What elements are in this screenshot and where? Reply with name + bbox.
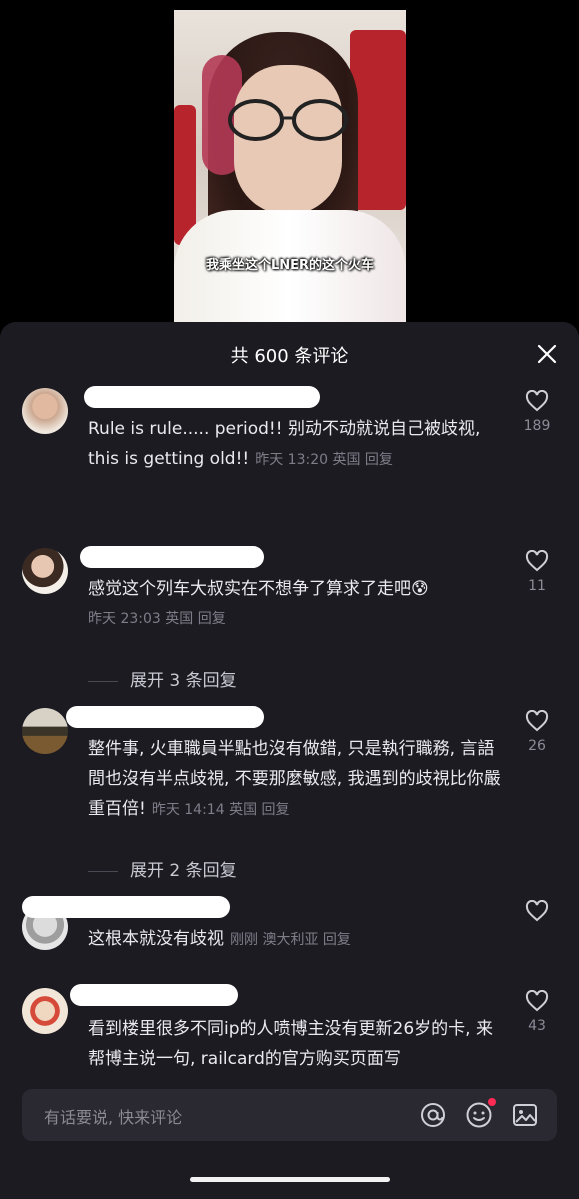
comment-text: 整件事, 火車職員半點也沒有做錯, 只是執行職務, 言語間也沒有半点歧視, 不要… [88, 734, 508, 825]
comment-body: 这根本就没有歧视 [88, 929, 224, 949]
heart-icon[interactable] [525, 900, 549, 922]
comment-body: 感觉这个列车大叔实在不想争了算求了走吧😰 [88, 579, 429, 599]
comment-text: 看到楼里很多不同ip的人喷博主没有更新26岁的卡, 来帮博主说一句, railc… [88, 1014, 508, 1074]
video-frame[interactable]: 我乘坐这个LNER的这个火车 [174, 10, 406, 322]
like-count: 26 [528, 738, 546, 754]
heart-icon[interactable] [525, 390, 549, 412]
expand-replies-button[interactable]: 展开 2 条回复 [88, 856, 237, 881]
comment-text: 感觉这个列车大叔实在不想争了算求了走吧😰 昨天 23:03 英国 回复 [88, 574, 508, 630]
comment-meta[interactable]: 昨天 14:14 英国 回复 [152, 802, 290, 818]
glasses [228, 99, 348, 141]
notification-dot [488, 1098, 496, 1106]
image-icon[interactable] [511, 1101, 539, 1129]
heart-icon[interactable] [525, 550, 549, 572]
train-seat [174, 105, 196, 245]
like-button[interactable]: 11 [517, 550, 557, 594]
heart-icon[interactable] [525, 710, 549, 732]
like-button[interactable]: 26 [517, 710, 557, 754]
comment-body: 整件事, 火車職員半點也沒有做錯, 只是執行職務, 言語間也沒有半点歧視, 不要… [88, 739, 501, 819]
video-caption: 我乘坐这个LNER的这个火车 [205, 258, 375, 273]
comment-meta[interactable]: 昨天 23:03 英国 回复 [88, 608, 508, 630]
comments-sheet: 共 600 条评论 Rule is rule..... period!! 别动不… [0, 322, 579, 1199]
comment-body: 看到楼里很多不同ip的人喷博主没有更新26岁的卡, 来帮博主说一句, railc… [88, 1019, 493, 1069]
heart-icon[interactable] [525, 990, 549, 1012]
username-redacted [70, 984, 238, 1006]
like-button[interactable]: 189 [517, 390, 557, 434]
emoji-button[interactable] [465, 1098, 496, 1129]
comment-input-bar[interactable]: 有话要说, 快来评论 [22, 1089, 557, 1141]
username-redacted [80, 546, 264, 568]
comment-text: Rule is rule..... period!! 别动不动就说自己被歧视, … [88, 414, 508, 475]
expand-replies-button[interactable]: 展开 3 条回复 [88, 666, 237, 691]
username-redacted [22, 896, 230, 918]
train-seat [350, 30, 406, 210]
avatar[interactable] [22, 548, 68, 594]
expand-replies-label[interactable]: 展开 2 条回复 [130, 861, 237, 881]
like-count: 43 [528, 1018, 546, 1034]
avatar[interactable] [22, 988, 68, 1034]
username-redacted [66, 706, 264, 728]
home-indicator[interactable] [190, 1177, 390, 1182]
at-icon[interactable] [419, 1101, 447, 1129]
comment-meta[interactable]: 刚刚 澳大利亚 回复 [230, 932, 351, 948]
username-redacted [84, 386, 320, 408]
like-count: 11 [528, 578, 546, 594]
divider [88, 680, 118, 682]
like-count: 189 [523, 418, 551, 434]
avatar[interactable] [22, 708, 68, 754]
comments-count-title: 共 600 条评论 [230, 346, 349, 367]
close-icon[interactable] [535, 342, 559, 366]
input-actions [419, 1098, 539, 1129]
expand-replies-label[interactable]: 展开 3 条回复 [130, 671, 237, 691]
comment-text: 这根本就没有歧视 刚刚 澳大利亚 回复 [88, 924, 508, 955]
comment-meta[interactable]: 昨天 13:20 英国 回复 [255, 452, 393, 468]
comment-input-placeholder[interactable]: 有话要说, 快来评论 [44, 1104, 182, 1128]
like-button[interactable]: 43 [517, 990, 557, 1034]
like-button[interactable] [517, 900, 557, 922]
divider [88, 870, 118, 872]
avatar[interactable] [22, 388, 68, 434]
